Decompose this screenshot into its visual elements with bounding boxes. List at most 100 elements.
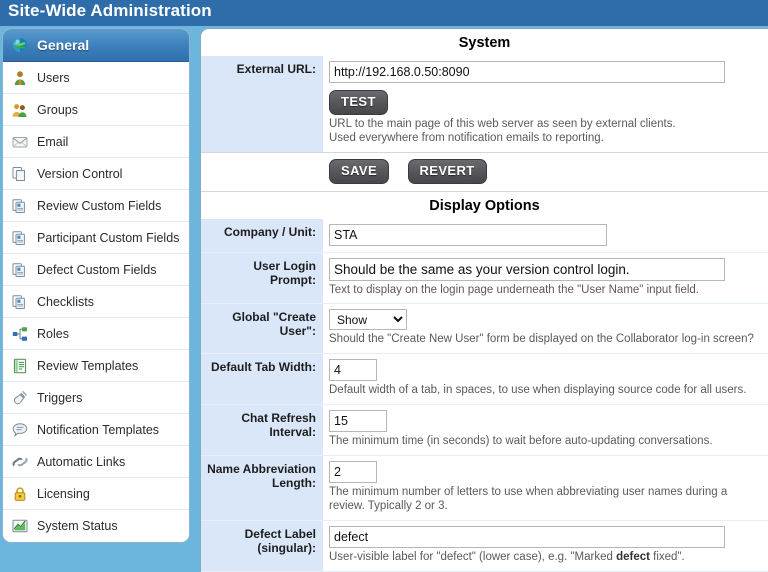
system-actions-cell: SAVE REVERT bbox=[323, 153, 768, 191]
sidebar-item-label: Defect Custom Fields bbox=[37, 262, 157, 277]
display-option-hint: Text to display on the login page undern… bbox=[329, 283, 700, 296]
plug-icon bbox=[12, 390, 28, 406]
display-option-field: Text to display on the login page undern… bbox=[323, 251, 768, 304]
document-stack-icon bbox=[12, 198, 28, 214]
display-options-section-title: Display Options bbox=[201, 191, 768, 219]
document-stack-icon bbox=[12, 294, 28, 310]
display-option-field: Default width of a tab, in spaces, to us… bbox=[323, 353, 768, 405]
sidebar-item-email[interactable]: Email bbox=[3, 126, 189, 158]
document-stack-icon bbox=[12, 262, 28, 278]
sidebar-nav: General Users Groups Email Version Control Re… bbox=[2, 28, 190, 543]
display-option-label: Defect Label (singular): bbox=[201, 520, 323, 572]
display-option-field: The minimum number of letters to use whe… bbox=[323, 454, 768, 521]
chart-icon bbox=[12, 518, 28, 534]
sidebar-item-label: Email bbox=[37, 134, 69, 149]
sidebar-item-licensing[interactable]: Licensing bbox=[3, 478, 189, 510]
user-icon bbox=[12, 70, 28, 86]
sidebar-item-label: Licensing bbox=[37, 486, 90, 501]
sidebar-item-label: Groups bbox=[37, 102, 78, 117]
sidebar-item-label: Notification Templates bbox=[37, 422, 160, 437]
sidebar-item-label: Roles bbox=[37, 326, 69, 341]
sidebar-item-label: System Status bbox=[37, 519, 118, 533]
display-option-input[interactable] bbox=[329, 257, 725, 281]
copy-pages-icon bbox=[12, 166, 28, 182]
display-option-label: Chat Refresh Interval: bbox=[201, 403, 323, 456]
sidebar-item-review-custom-fields[interactable]: Review Custom Fields bbox=[3, 190, 189, 222]
external-url-input[interactable] bbox=[329, 61, 725, 83]
display-option-field: The minimum time (in seconds) to wait be… bbox=[323, 403, 768, 456]
external-url-hint-1: URL to the main page of this web server … bbox=[329, 117, 676, 130]
sidebar-item-defect-custom-fields[interactable]: Defect Custom Fields bbox=[3, 254, 189, 286]
sidebar-item-checklists[interactable]: Checklists bbox=[3, 286, 189, 318]
sidebar-item-label: Review Custom Fields bbox=[37, 198, 162, 213]
external-url-label: External URL: bbox=[201, 56, 323, 153]
system-actions-spacer bbox=[201, 153, 323, 191]
sidebar-item-label: Users bbox=[37, 70, 70, 85]
display-option-label: Global "Create User": bbox=[201, 303, 323, 354]
sidebar-item-groups[interactable]: Groups bbox=[3, 94, 189, 126]
sidebar-item-automatic-links[interactable]: Automatic Links bbox=[3, 446, 189, 478]
sidebar-item-label: Review Templates bbox=[37, 358, 139, 373]
org-nodes-icon bbox=[12, 326, 28, 342]
document-stack-icon bbox=[12, 230, 28, 246]
speech-bubble-icon bbox=[12, 422, 28, 438]
display-option-label: Default Tab Width: bbox=[201, 353, 323, 405]
sidebar-item-review-templates[interactable]: Review Templates bbox=[3, 350, 189, 382]
sidebar-item-notification-templates[interactable]: Notification Templates bbox=[3, 414, 189, 446]
sidebar-item-label: Participant Custom Fields bbox=[37, 230, 180, 245]
sidebar-item-label: Checklists bbox=[37, 294, 94, 309]
padlock-icon bbox=[12, 486, 28, 502]
display-option-hint: Default width of a tab, in spaces, to us… bbox=[329, 384, 747, 397]
sidebar-item-label: General bbox=[37, 37, 90, 53]
sidebar-item-general[interactable]: General bbox=[3, 29, 189, 62]
green-document-icon bbox=[12, 358, 28, 374]
display-options-form: Company / Unit:User Login Prompt: Text to… bbox=[201, 218, 768, 572]
sidebar-item-label: Version Control bbox=[37, 166, 123, 181]
display-option-row: Defect Label (singular): User-visible lab… bbox=[201, 520, 768, 572]
display-option-row: Company / Unit: bbox=[201, 218, 768, 253]
sidebar-item-participant-custom-fields[interactable]: Participant Custom Fields bbox=[3, 222, 189, 254]
save-button[interactable]: SAVE bbox=[329, 159, 390, 184]
sidebar-item-version-control[interactable]: Version Control bbox=[3, 158, 189, 190]
revert-button[interactable]: REVERT bbox=[407, 159, 487, 184]
system-form: External URL: TEST URL to the main page … bbox=[201, 56, 768, 191]
sidebar-item-label: Triggers bbox=[37, 390, 83, 405]
sidebar-item-system-status[interactable]: System Status bbox=[3, 510, 189, 542]
display-option-label: User Login Prompt: bbox=[201, 251, 323, 304]
admin-page: Site-Wide Administration General Users Gro… bbox=[0, 0, 768, 572]
display-option-input[interactable] bbox=[329, 223, 607, 246]
page-title: Site-Wide Administration bbox=[8, 1, 212, 20]
display-option-label: Name Abbreviation Length: bbox=[201, 454, 323, 521]
display-option-input[interactable] bbox=[329, 526, 725, 549]
external-url-cell: TEST URL to the main page of this web se… bbox=[323, 56, 768, 153]
sidebar-item-label: Automatic Links bbox=[37, 454, 126, 469]
global-create-user-select[interactable]: ShowHide bbox=[329, 309, 407, 331]
envelope-icon bbox=[12, 134, 28, 150]
chain-link-icon bbox=[12, 454, 28, 470]
display-option-hint: User-visible label for "defect" (lower c… bbox=[329, 551, 685, 564]
display-option-field: ShowHide Should the "Create New User" for… bbox=[323, 303, 768, 354]
display-option-row: Name Abbreviation Length:The minimum num… bbox=[201, 454, 768, 521]
sidebar-item-users[interactable]: Users bbox=[3, 62, 189, 94]
display-option-label: Company / Unit: bbox=[201, 218, 323, 253]
external-url-row: External URL: TEST URL to the main page … bbox=[201, 56, 768, 153]
display-option-row: Chat Refresh Interval: The minimum time (… bbox=[201, 403, 768, 456]
external-url-hint-2: Used everywhere from notification emails… bbox=[329, 132, 604, 145]
display-option-input[interactable] bbox=[329, 409, 387, 432]
globe-icon bbox=[12, 37, 28, 53]
display-option-row: Global "Create User": ShowHide Should the … bbox=[201, 303, 768, 354]
users-group-icon bbox=[12, 102, 28, 118]
display-option-input[interactable] bbox=[329, 359, 377, 382]
main-panel: System External URL: TEST URL to the mai… bbox=[200, 28, 768, 572]
system-section-title: System bbox=[201, 29, 768, 56]
display-option-input[interactable] bbox=[329, 460, 377, 483]
display-option-hint: The minimum time (in seconds) to wait be… bbox=[329, 434, 713, 447]
display-option-field bbox=[323, 218, 768, 253]
test-button[interactable]: TEST bbox=[329, 90, 388, 115]
display-option-field: User-visible label for "defect" (lower c… bbox=[323, 520, 768, 572]
system-actions-row: SAVE REVERT bbox=[201, 153, 768, 191]
display-option-row: Default Tab Width: Default width of a tab… bbox=[201, 353, 768, 405]
sidebar-item-triggers[interactable]: Triggers bbox=[3, 382, 189, 414]
display-option-hint: Should the "Create New User" form be dis… bbox=[329, 333, 754, 346]
sidebar-item-roles[interactable]: Roles bbox=[3, 318, 189, 350]
